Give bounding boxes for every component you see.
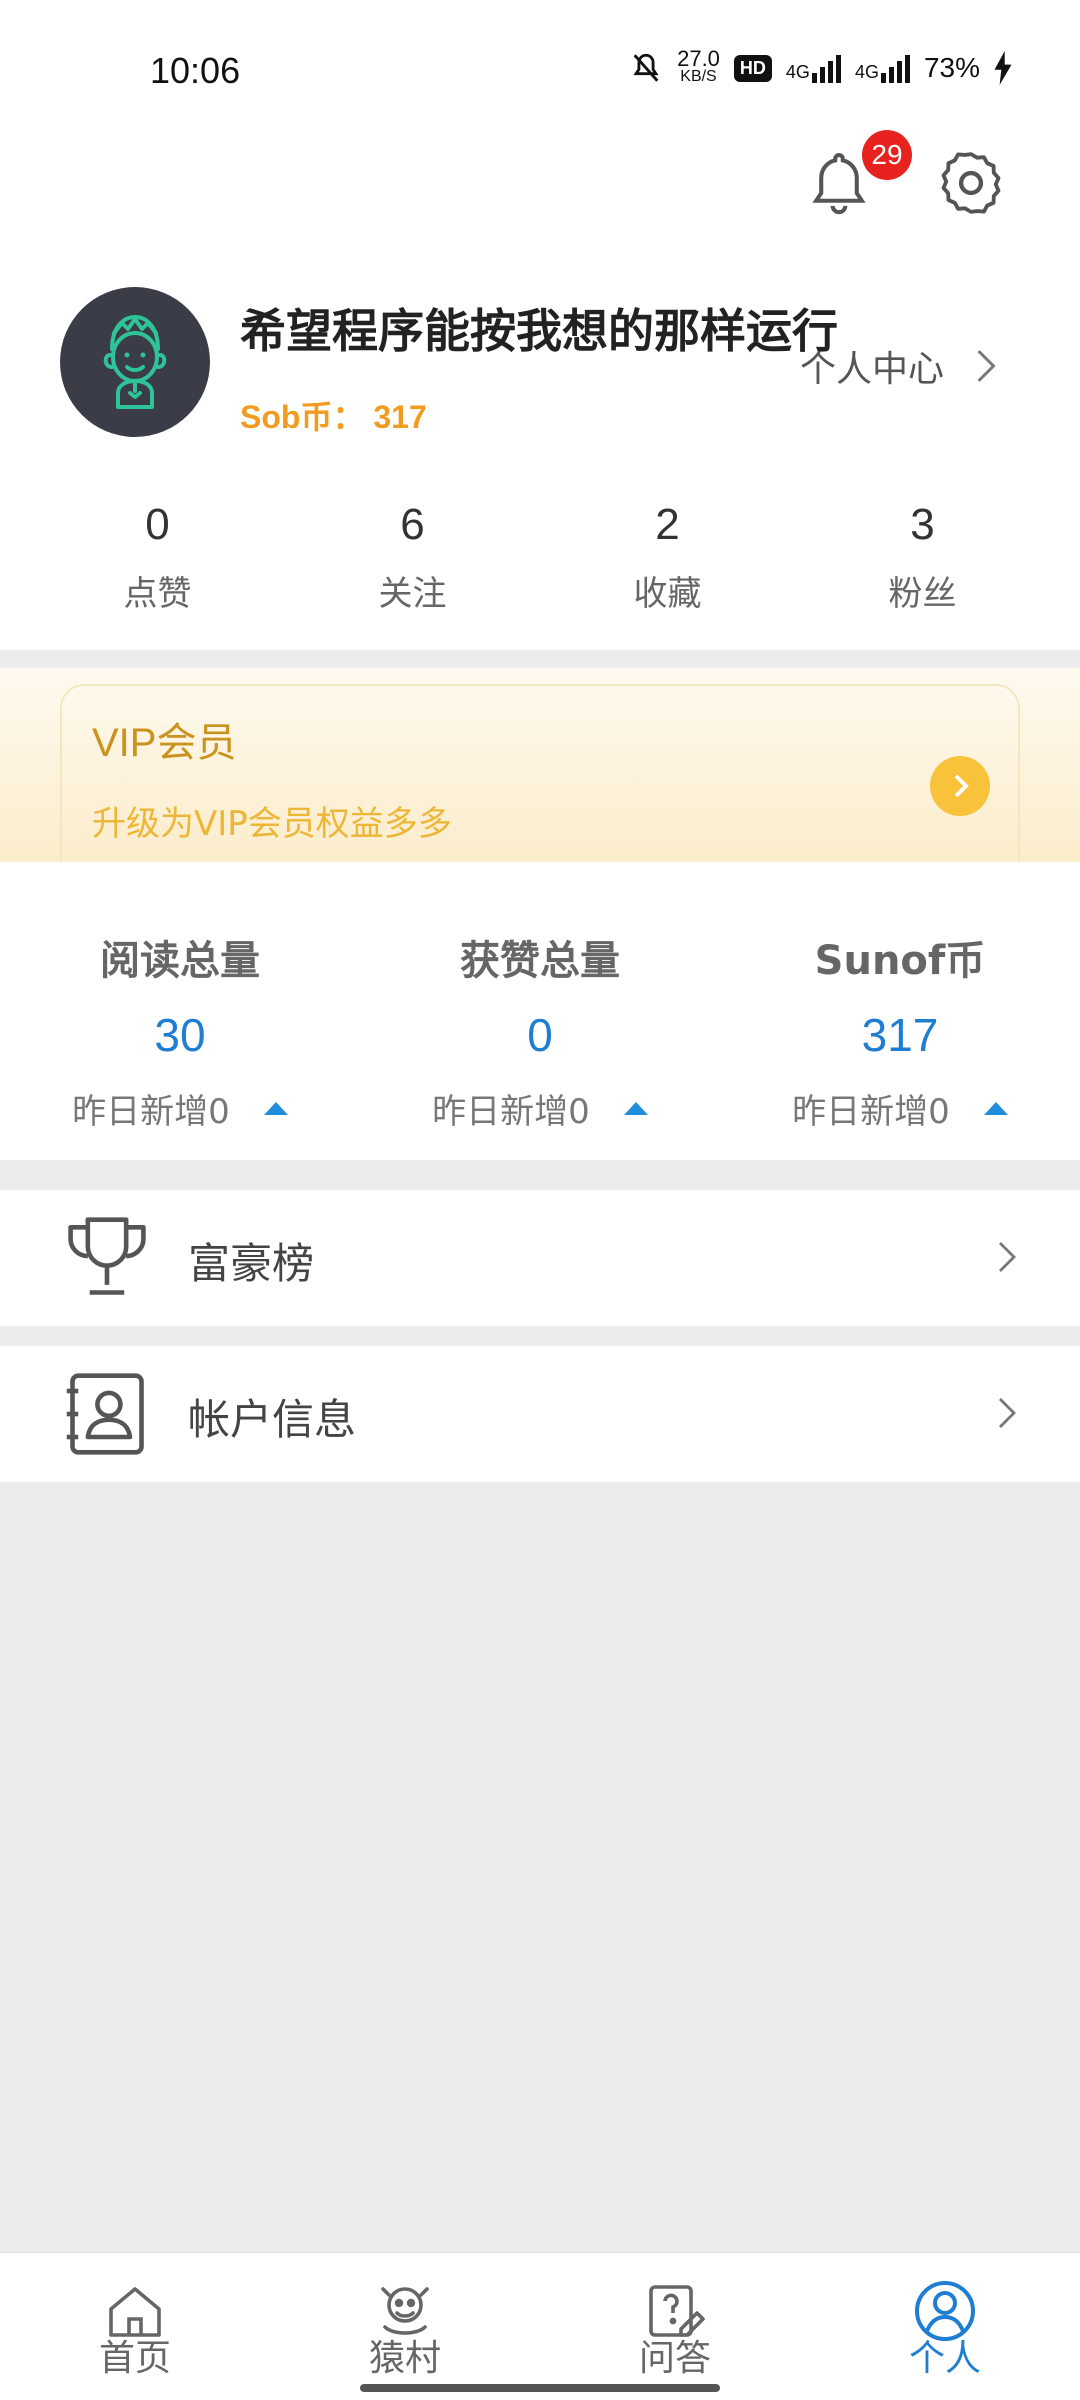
chevron-right-icon bbox=[999, 1398, 1016, 1428]
menu-label: 帐户信息 bbox=[188, 1395, 357, 1444]
tab-label: 首页 bbox=[98, 2338, 171, 2379]
tab-label: 猿村 bbox=[368, 2338, 441, 2379]
menu-item-account-info[interactable]: 帐户信息 bbox=[0, 1346, 1080, 1482]
bottom-tab-bar: 首页 猿村 问答 个人 bbox=[0, 2252, 1080, 2400]
net-speed: 27.0 KB/S bbox=[677, 46, 720, 86]
personal-center-link[interactable]: 个人中心 bbox=[800, 340, 996, 392]
total-likes-received: 获赞总量 0 昨日新增0 bbox=[360, 862, 720, 1160]
charging-icon bbox=[994, 51, 1012, 85]
vip-banner: VIP会员 升级为VIP会员权益多多 bbox=[0, 668, 1080, 862]
user-nickname: 希望程序能按我想的那样运行 bbox=[240, 304, 838, 358]
menu-label: 富豪榜 bbox=[188, 1239, 315, 1288]
home-indicator[interactable] bbox=[360, 2384, 720, 2392]
status-icons: 27.0 KB/S HD 4G 4G 73% bbox=[629, 46, 1012, 86]
trophy-icon bbox=[68, 1217, 146, 1295]
hd-badge: HD bbox=[733, 54, 772, 82]
tab-monkey-village[interactable]: 猿村 bbox=[270, 2253, 540, 2400]
chevron-right-icon bbox=[999, 1242, 1016, 1272]
vip-subtitle: 升级为VIP会员权益多多 bbox=[92, 804, 452, 844]
stat-following[interactable]: 6 关注 bbox=[285, 490, 540, 615]
tab-label: 个人 bbox=[908, 2338, 981, 2379]
tab-home[interactable]: 首页 bbox=[0, 2253, 270, 2400]
tab-label: 问答 bbox=[638, 2338, 711, 2379]
avatar-image bbox=[103, 315, 167, 409]
chevron-right-icon bbox=[954, 774, 969, 798]
increase-arrow-icon bbox=[983, 1102, 1008, 1115]
profile-header: 29 希望程序能按我想的那样运行 Sob币： 317 个人中心 0 点赞 6 关… bbox=[0, 130, 1080, 650]
stat-likes[interactable]: 0 点赞 bbox=[30, 490, 285, 615]
vip-title: VIP会员 bbox=[92, 721, 237, 765]
tab-profile[interactable]: 个人 bbox=[810, 2253, 1080, 2400]
profile-stats: 0 点赞 6 关注 2 收藏 3 粉丝 bbox=[0, 490, 1080, 615]
menu-item-rich-list[interactable]: 富豪榜 bbox=[0, 1190, 1080, 1326]
coins-value: 317 bbox=[373, 399, 427, 435]
coins-balance: Sob币： 317 bbox=[240, 392, 427, 438]
status-bar: 10:06 27.0 KB/S HD 4G 4G 73% bbox=[0, 0, 1080, 130]
bell-icon[interactable] bbox=[808, 150, 870, 216]
personal-center-label: 个人中心 bbox=[800, 349, 945, 390]
gear-icon[interactable] bbox=[938, 150, 1004, 216]
coins-label: Sob币： bbox=[240, 399, 365, 435]
mute-bell-icon bbox=[633, 53, 659, 82]
increase-arrow-icon bbox=[623, 1102, 648, 1115]
tab-qa[interactable]: 问答 bbox=[540, 2253, 810, 2400]
totals-panel: 阅读总量 30 昨日新增0 获赞总量 0 昨日新增0 Sunof币 317 昨日… bbox=[0, 862, 1080, 1160]
signal-sim2: 4G bbox=[855, 53, 910, 83]
chevron-right-icon bbox=[977, 350, 996, 382]
notification-badge: 29 bbox=[862, 130, 912, 180]
vip-arrow-button[interactable] bbox=[930, 756, 990, 816]
increase-arrow-icon bbox=[263, 1102, 288, 1115]
status-time: 10:06 bbox=[150, 50, 241, 91]
total-sunof-coins: Sunof币 317 昨日新增0 bbox=[720, 862, 1080, 1160]
signal-sim1: 4G bbox=[786, 53, 841, 83]
vip-card[interactable]: VIP会员 升级为VIP会员权益多多 bbox=[60, 684, 1020, 862]
battery-level: 73% bbox=[923, 52, 980, 83]
stat-favorites[interactable]: 2 收藏 bbox=[540, 490, 795, 615]
avatar[interactable] bbox=[60, 287, 210, 437]
total-reads: 阅读总量 30 昨日新增0 bbox=[0, 862, 360, 1160]
stat-followers[interactable]: 3 粉丝 bbox=[795, 490, 1050, 615]
account-card-icon bbox=[66, 1373, 144, 1455]
